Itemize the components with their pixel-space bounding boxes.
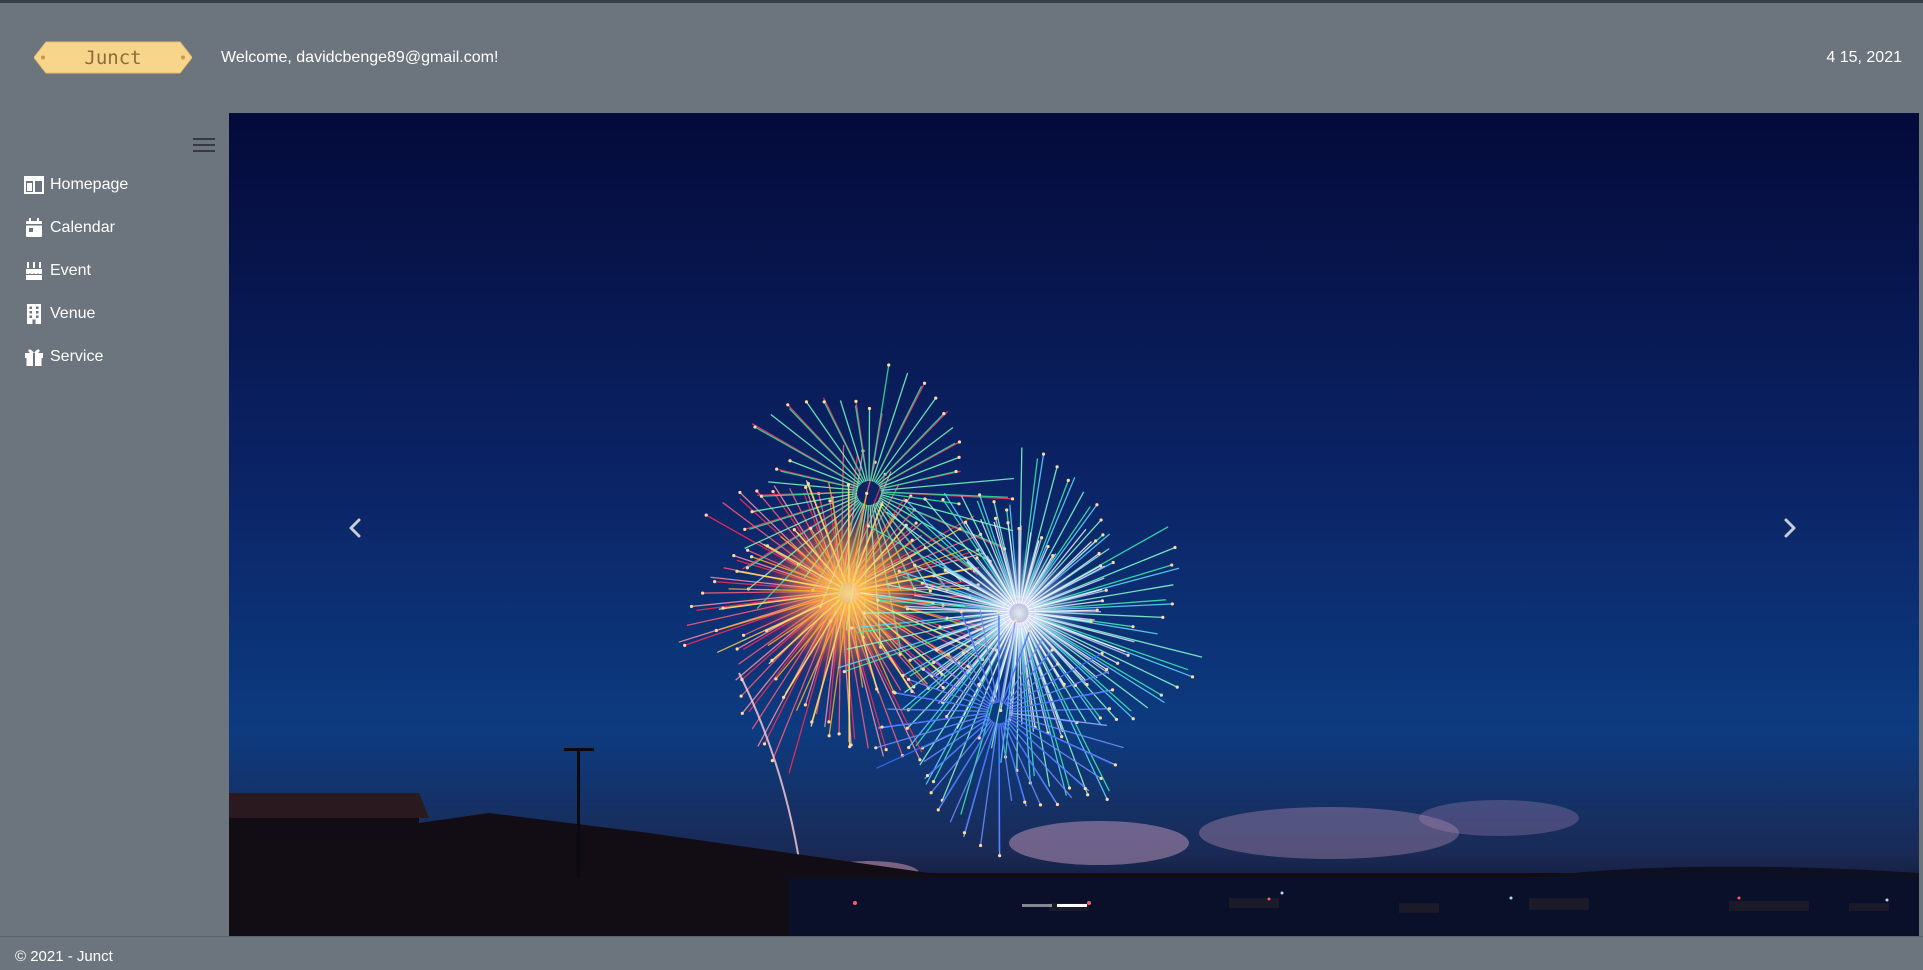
carousel-indicator-1[interactable] [1022,904,1052,907]
hero-carousel[interactable] [229,113,1919,936]
footer: © 2021 - Junct [0,936,1923,970]
logo-text: Junct [84,47,141,69]
chevron-right-icon [1784,518,1796,538]
current-date: 4 15, 2021 [1826,49,1902,66]
sidebar-item-label: Service [50,347,104,365]
junct-logo[interactable]: Junct [34,40,192,75]
hamburger-icon[interactable] [193,135,215,153]
calendar-icon [24,217,44,238]
sidebar: Homepage Calendar Event Venue Service [0,113,229,936]
sidebar-item-service[interactable]: Service [24,335,128,378]
sidebar-item-venue[interactable]: Venue [24,292,128,335]
sidebar-item-calendar[interactable]: Calendar [24,206,128,249]
carousel-prev-button[interactable] [335,508,375,548]
sidebar-item-event[interactable]: Event [24,249,128,292]
top-header: Junct Welcome, davidcbenge89@gmail.com! … [0,3,1923,113]
footer-copyright: © 2021 - Junct [15,948,113,965]
fireworks-image [229,113,1919,936]
chevron-left-icon [349,518,361,538]
sidebar-item-label: Event [50,261,91,279]
app-window: Junct Welcome, davidcbenge89@gmail.com! … [0,0,1923,970]
carousel-indicator-2[interactable] [1057,904,1087,907]
welcome-message: Welcome, davidcbenge89@gmail.com! [221,49,499,66]
birthday-cake-icon [24,261,44,281]
sidebar-item-homepage[interactable]: Homepage [24,163,128,206]
carousel-next-button[interactable] [1770,508,1810,548]
building-icon [24,303,44,324]
sidebar-item-label: Venue [50,304,96,322]
sidebar-item-label: Calendar [50,218,115,236]
carousel-indicators [1022,904,1087,907]
sidebar-item-label: Homepage [50,175,129,193]
layout-icon [24,175,44,195]
sidebar-nav: Homepage Calendar Event Venue Service [24,163,128,378]
gift-icon [24,347,44,367]
